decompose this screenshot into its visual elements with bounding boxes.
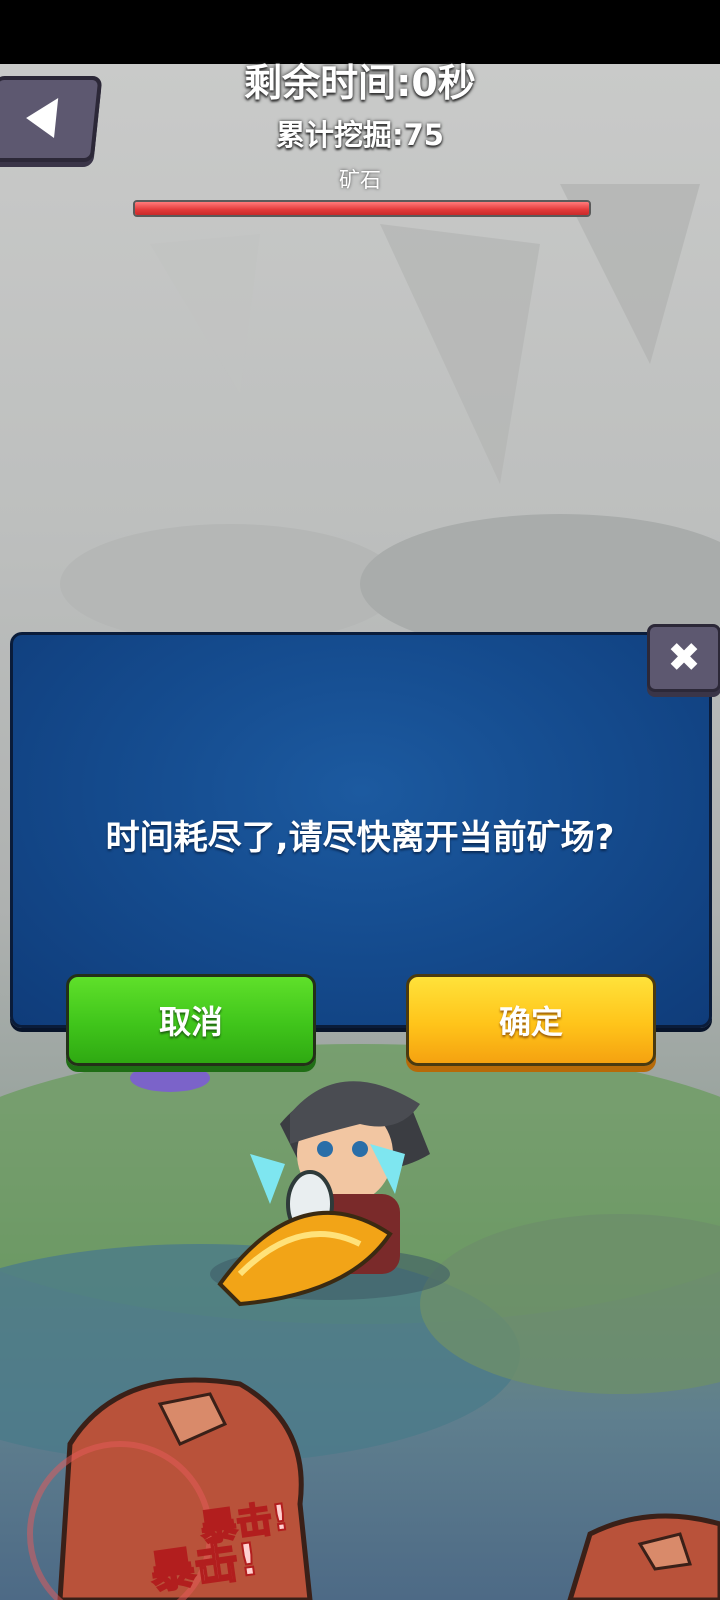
close-icon: ✖ xyxy=(667,635,701,681)
ore-hp-fill xyxy=(135,202,589,215)
ore-label: 矿石 xyxy=(339,168,381,192)
crit-text: 暴击! xyxy=(147,1533,263,1600)
close-button[interactable]: ✖ xyxy=(647,624,720,692)
dialog-message: 时间耗尽了,请尽快离开当前矿场? xyxy=(105,818,615,858)
mined-count-text: 累计挖掘:75 xyxy=(276,118,444,152)
confirm-button[interactable]: 确定 xyxy=(406,974,656,1066)
cancel-button[interactable]: 取消 xyxy=(66,974,316,1066)
ore-hp-bar xyxy=(133,200,591,217)
timer-text: 剩余时间:0秒 xyxy=(244,61,476,105)
